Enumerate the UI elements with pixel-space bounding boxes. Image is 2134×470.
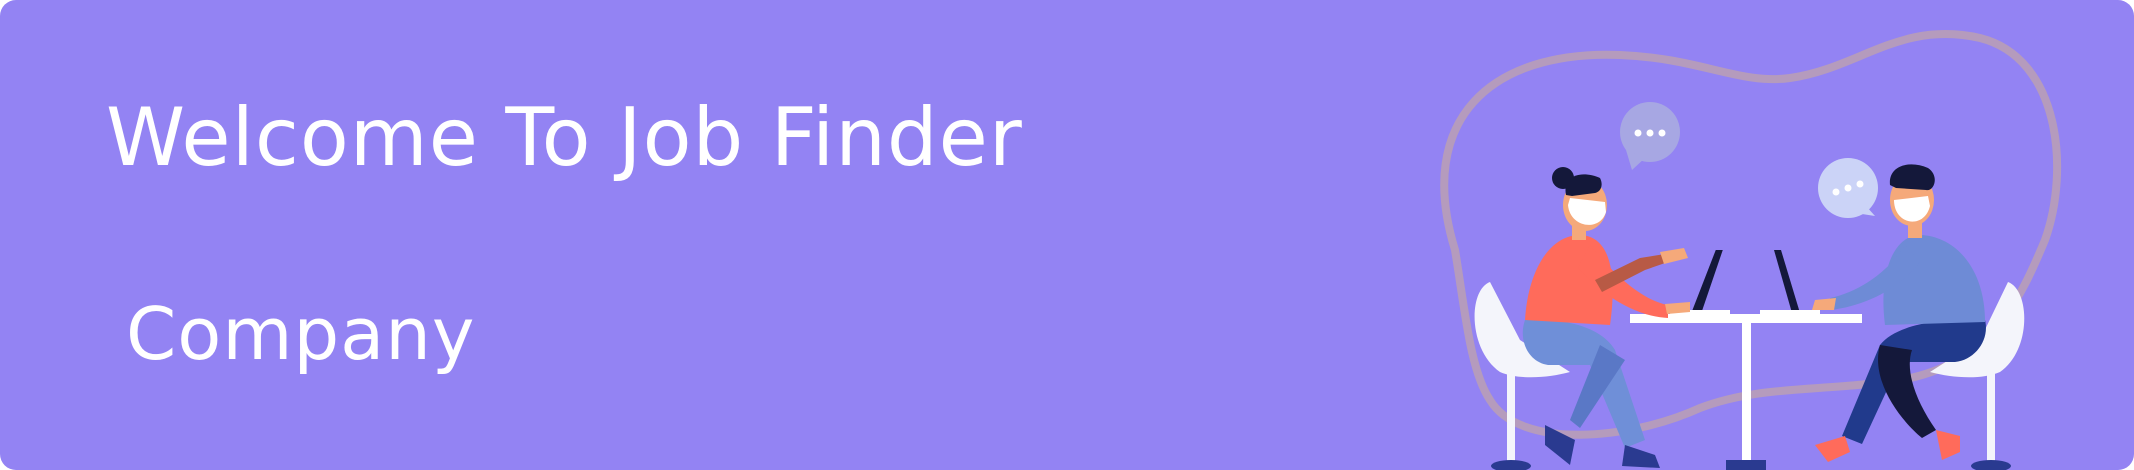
speech-bubble-icon	[1620, 102, 1680, 170]
speech-bubble-icon	[1818, 158, 1878, 218]
welcome-banner: Welcome To Job Finder Company	[0, 0, 2134, 470]
company-label: Company	[126, 292, 476, 376]
meeting-illustration	[1440, 30, 2062, 470]
laptop-right	[1760, 250, 1820, 315]
welcome-heading: Welcome To Job Finder	[106, 91, 1023, 184]
